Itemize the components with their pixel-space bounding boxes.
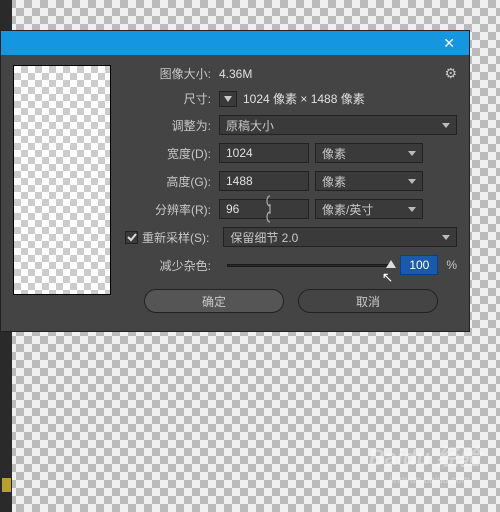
left-tool-swatch	[2, 478, 11, 492]
height-input[interactable]: 1488	[219, 171, 309, 191]
link-constrain-icon[interactable]	[261, 191, 279, 227]
cancel-button[interactable]: 取消	[298, 289, 438, 313]
slider-thumb-icon[interactable]	[386, 260, 396, 268]
cursor-icon: ↖	[382, 269, 394, 286]
image-size-label: 图像大小:	[125, 65, 211, 82]
width-row: 宽度(D): 1024 像素	[149, 143, 457, 163]
width-input[interactable]: 1024	[219, 143, 309, 163]
image-size-value: 4.36M	[219, 67, 252, 81]
dialog-titlebar[interactable]: ✕	[1, 31, 469, 55]
ok-button[interactable]: 确定	[144, 289, 284, 313]
dimensions-label: 尺寸:	[125, 90, 211, 107]
dialog-body: 图像大小: 4.36M ⚙ 尺寸: 1024 像素 × 1488 像素 调整为:…	[1, 55, 469, 331]
fit-to-select[interactable]: 原稿大小	[219, 115, 457, 135]
noise-slider[interactable]: ↖	[227, 264, 392, 267]
width-label: 宽度(D):	[149, 145, 211, 162]
dimensions-row: 尺寸: 1024 像素 × 1488 像素	[125, 90, 457, 107]
watermark-sub: jingyan.baidu.com	[389, 475, 470, 486]
resolution-row: 分辨率(R): 96 像素/英寸	[125, 199, 457, 219]
resample-row: 重新采样(S): 保留细节 2.0	[125, 227, 457, 247]
close-icon[interactable]: ✕	[437, 35, 461, 52]
fit-to-row: 调整为: 原稿大小	[125, 115, 457, 135]
watermark-main: Baidu 经验	[369, 440, 480, 472]
fit-to-value: 原稿大小	[226, 117, 274, 134]
chevron-down-icon[interactable]	[219, 91, 237, 107]
noise-label: 减少杂色:	[125, 257, 211, 274]
height-label: 高度(G):	[149, 173, 211, 190]
height-unit-select[interactable]: 像素	[315, 171, 423, 191]
ok-button-label: 确定	[202, 293, 226, 310]
resample-checkbox[interactable]	[125, 231, 138, 244]
width-unit-select[interactable]: 像素	[315, 143, 423, 163]
resample-method-value: 保留细节 2.0	[230, 229, 298, 246]
fit-to-label: 调整为:	[125, 117, 211, 134]
image-preview[interactable]	[13, 65, 111, 295]
noise-percent: %	[446, 258, 457, 272]
image-size-row: 图像大小: 4.36M ⚙	[125, 65, 457, 82]
resample-method-select[interactable]: 保留细节 2.0	[223, 227, 457, 247]
button-row: 确定 取消	[125, 289, 457, 313]
noise-value-input[interactable]: 100	[400, 255, 438, 275]
width-unit-value: 像素	[322, 145, 346, 162]
resample-label: 重新采样(S):	[142, 229, 209, 246]
resolution-label: 分辨率(R):	[125, 201, 211, 218]
dimensions-value: 1024 像素 × 1488 像素	[243, 90, 365, 107]
image-size-dialog: ✕ 图像大小: 4.36M ⚙ 尺寸: 1024 像素 × 1488 像素 调整…	[0, 30, 470, 332]
height-unit-value: 像素	[322, 173, 346, 190]
resolution-unit-value: 像素/英寸	[322, 201, 373, 218]
resolution-unit-select[interactable]: 像素/英寸	[315, 199, 423, 219]
height-row: 高度(G): 1488 像素	[149, 171, 457, 191]
noise-row: 减少杂色: ↖ 100 %	[125, 255, 457, 275]
gear-icon[interactable]: ⚙	[444, 65, 457, 82]
cancel-button-label: 取消	[356, 293, 380, 310]
